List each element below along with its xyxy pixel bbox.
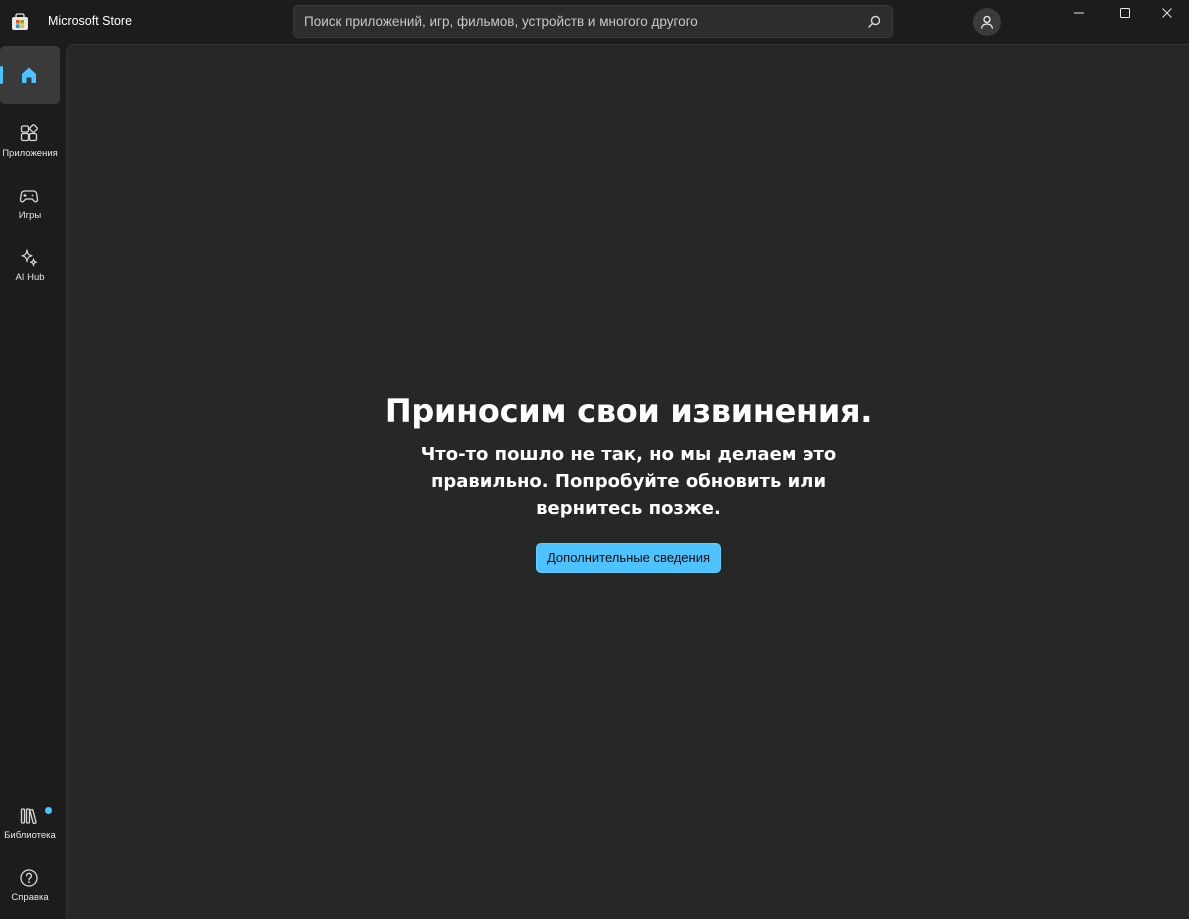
account-button[interactable] [973,8,1001,36]
sidebar-item-label: Библиотека [4,830,56,841]
sidebar-item-label: Приложения [2,148,58,159]
apps-icon [20,124,38,142]
sidebar-item-label: Игры [18,210,42,221]
microsoft-store-window: Microsoft Store Поиск приложений, игр, ф… [0,0,1189,919]
search-box[interactable] [293,5,893,38]
sidebar-item-help[interactable]: Справка [0,858,60,916]
selection-indicator [0,66,3,84]
sidebar-item-apps[interactable]: Приложения [0,114,60,172]
sidebar-item-label: Справка [11,892,49,903]
maximize-icon [1120,8,1130,18]
main-content: Приносим свои извинения. Что-то пошло не… [66,44,1189,919]
more-info-button[interactable]: Дополнительные сведения [535,543,722,573]
store-logo-icon [12,13,28,30]
close-icon [1162,8,1172,18]
error-message: Что-то пошло не так, но мы делаем это пр… [420,444,837,519]
gamepad-icon [19,190,39,203]
update-badge [45,807,52,814]
home-icon [22,67,36,83]
title-bar: Microsoft Store [0,0,1189,44]
error-title: Приносим свои извинения. [384,392,873,430]
sidebar-item-label: AI Hub [15,272,45,283]
sidebar-item-games[interactable]: Игры [0,176,60,234]
sidebar-item-home[interactable] [0,46,60,104]
sidebar: Приложения Игры AI Hub Библиотека Справк… [0,44,66,919]
app-title: Microsoft Store [48,14,133,28]
search-input[interactable] [294,6,864,37]
close-button[interactable] [1143,0,1189,30]
search-icon[interactable] [866,14,882,30]
error-panel: Приносим свои извинения. Что-то пошло не… [67,389,1189,573]
library-icon [20,808,37,825]
sidebar-item-library[interactable]: Библиотека [0,796,60,854]
sidebar-item-ai-hub[interactable]: AI Hub [0,238,60,296]
minimize-icon [1074,12,1084,14]
sparkle-icon [21,249,38,267]
minimize-button[interactable] [1055,0,1101,30]
help-icon [20,869,38,887]
maximize-button[interactable] [1101,0,1147,30]
user-icon [980,15,994,29]
